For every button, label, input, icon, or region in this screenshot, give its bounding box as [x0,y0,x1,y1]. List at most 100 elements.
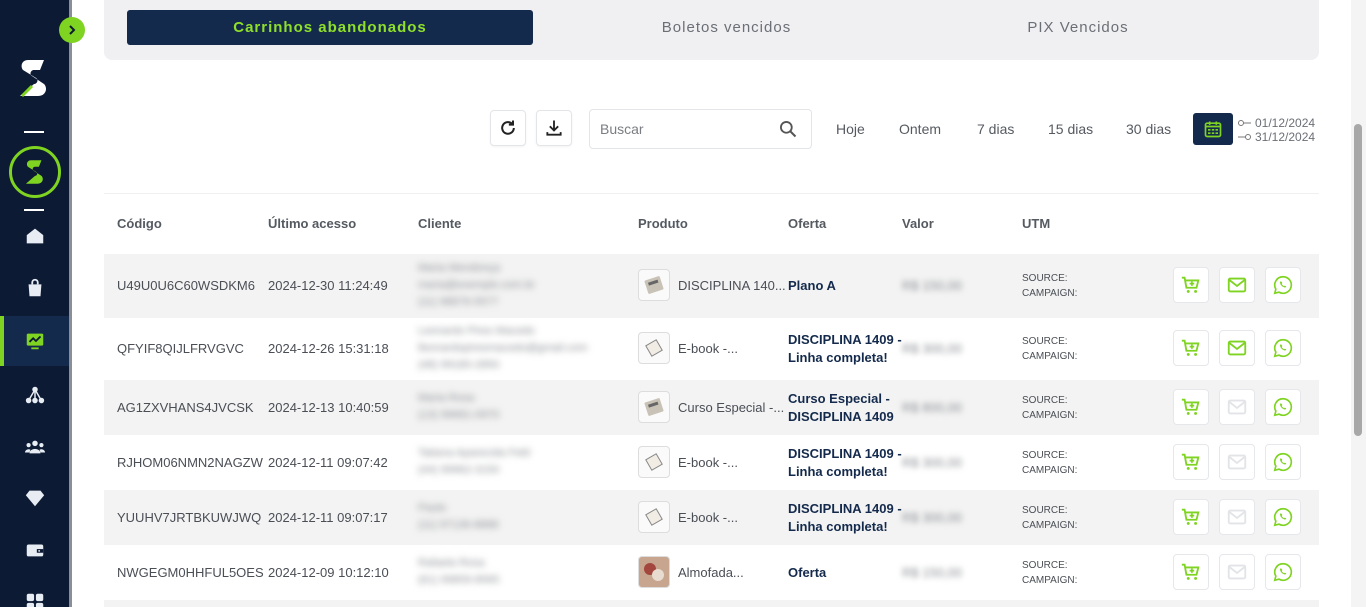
offer-line: Linha completa! [788,519,888,534]
search-box [589,109,812,149]
sidebar-item-affiliates[interactable] [0,375,69,415]
client-name: Maria Mendonça [418,262,500,274]
page-scrollbar-thumb[interactable] [1354,124,1362,436]
table-row[interactable]: NWGEGM0HHFUL5OES 2024-12-09 10:12:10 Raf… [104,545,1319,600]
range-yesterday[interactable]: Ontem [899,121,941,137]
sidebar-item-sales-recovery[interactable] [0,316,69,366]
tab-abandoned-carts[interactable]: Carrinhos abandonados [127,10,533,45]
sidebar-divider [24,131,44,133]
cart-icon [1181,508,1200,525]
whatsapp-button[interactable] [1265,267,1301,303]
last-access: 2024-12-26 15:31:18 [268,341,389,356]
send-email-button[interactable] [1219,330,1255,366]
product-name: DISCIPLINA 140... [678,278,786,293]
table-row[interactable]: QFYIF8QIJLFRVGVC 2024-12-26 15:31:18 Leo… [104,318,1319,380]
whatsapp-button[interactable] [1265,554,1301,590]
whatsapp-button[interactable] [1265,330,1301,366]
range-7-days[interactable]: 7 dias [977,121,1014,137]
utm-info: SOURCE: CAMPAIGN: [1022,271,1077,301]
view-cart-button[interactable] [1173,444,1209,480]
table-row[interactable] [104,600,1319,607]
whatsapp-button[interactable] [1265,444,1301,480]
utm-source-label: SOURCE: [1022,505,1068,516]
client-phone: (13) 99681-0970 [418,409,500,421]
tab-expired-pix[interactable]: PIX Vencidos [909,10,1247,45]
whatsapp-icon [1273,338,1293,358]
send-email-button[interactable] [1219,267,1255,303]
utm-info: SOURCE: CAMPAIGN: [1022,393,1077,423]
sidebar-item-home[interactable] [0,216,69,256]
range-30-days[interactable]: 30 dias [1126,121,1171,137]
view-cart-button[interactable] [1173,499,1209,535]
product-thumbnail [638,446,670,478]
client-phone: (48) 99180-2850 [418,359,500,371]
date-to-text: 31/12/2024 [1255,130,1316,144]
col-code: Código [117,216,162,231]
client-phone: (61) 99859-8565 [418,574,500,586]
sidebar-item-apps[interactable] [0,582,69,607]
offer-name: DISCIPLINA 1409 - Linha completa! [788,445,902,481]
table-row[interactable]: AG1ZXVHANS4JVCSK 2024-12-13 10:40:59 Mar… [104,380,1319,435]
download-button[interactable] [536,110,572,146]
whatsapp-button[interactable] [1265,389,1301,425]
tabs-panel: Carrinhos abandonados Boletos vencidos P… [104,0,1319,60]
view-cart-button[interactable] [1173,554,1209,590]
sidebar-collapse-button[interactable] [59,17,85,43]
range-today[interactable]: Hoje [836,121,865,137]
cart-code: YUUHV7JRTBKUWJWQ [117,510,262,525]
cart-value: R$ 150,00 [902,565,962,580]
calendar-icon [1204,121,1222,138]
date-from: 01/12/2024 [1238,116,1315,130]
client-name: Leonardo Pires Macedo [418,325,535,337]
sidebar-item-wallet[interactable] [0,530,69,570]
cart-code: NWGEGM0HHFUL5OES [117,565,264,580]
refresh-button[interactable] [490,110,526,146]
offer-name: DISCIPLINA 1409 - Linha completa! [788,500,902,536]
calendar-button[interactable] [1193,113,1233,145]
whatsapp-icon [1273,397,1293,417]
view-cart-button[interactable] [1173,389,1209,425]
table-row[interactable]: YUUHV7JRTBKUWJWQ 2024-12-11 09:07:17 Pau… [104,490,1319,545]
last-access: 2024-12-11 09:07:17 [268,510,388,525]
utm-source-label: SOURCE: [1022,560,1068,571]
calculator-image-icon [644,398,664,416]
whatsapp-button[interactable] [1265,499,1301,535]
abandoned-carts-table: Código Último acesso Cliente Produto Ofe… [104,193,1319,607]
client-email: maria@exemplo.com.br [418,279,535,291]
users-icon [24,440,45,454]
offer-line: DISCIPLINA 1409 - [788,501,902,516]
workspace-logo[interactable] [9,146,61,198]
view-cart-button[interactable] [1173,267,1209,303]
search-input[interactable] [600,110,770,148]
pillow-image-icon [644,563,664,581]
whatsapp-icon [1273,507,1293,527]
send-email-button-disabled[interactable] [1219,499,1255,535]
table-row[interactable]: U49U0U6C60WSDKM6 2024-12-30 11:24:49 Mar… [104,254,1319,318]
client-info: Rafaela Rosa (61) 99859-8565 [418,555,499,589]
network-icon [25,386,44,404]
table-row[interactable]: RJHOM06NMN2NAGZW 2024-12-11 09:07:42 Tat… [104,435,1319,490]
send-email-button-disabled[interactable] [1219,554,1255,590]
view-cart-button[interactable] [1173,330,1209,366]
search-icon[interactable] [778,119,798,139]
client-name: Rafaela Rosa [418,557,485,569]
product-thumbnail [638,391,670,423]
sidebar-item-premium[interactable] [0,478,69,518]
range-15-days[interactable]: 15 dias [1048,121,1093,137]
offer-name: DISCIPLINA 1409 - Linha completa! [788,331,902,367]
sidebar-item-products[interactable] [0,268,69,308]
cart-icon [1181,563,1200,580]
sidebar-item-customers[interactable] [0,427,69,467]
calculator-image-icon [644,276,664,294]
product-thumbnail [638,332,670,364]
client-name: Tatiana Aparecida Feld [418,447,530,459]
tab-expired-boletos[interactable]: Boletos vencidos [544,10,909,45]
last-access: 2024-12-30 11:24:49 [268,278,388,293]
client-phone: (11) 97136-8888 [418,519,499,531]
client-info: Maria Rosa (13) 99681-0970 [418,390,499,424]
send-email-button-disabled[interactable] [1219,389,1255,425]
send-email-button-disabled[interactable] [1219,444,1255,480]
mail-icon [1227,277,1247,293]
shopping-bag-icon [28,278,41,297]
product-thumbnail [638,269,670,301]
